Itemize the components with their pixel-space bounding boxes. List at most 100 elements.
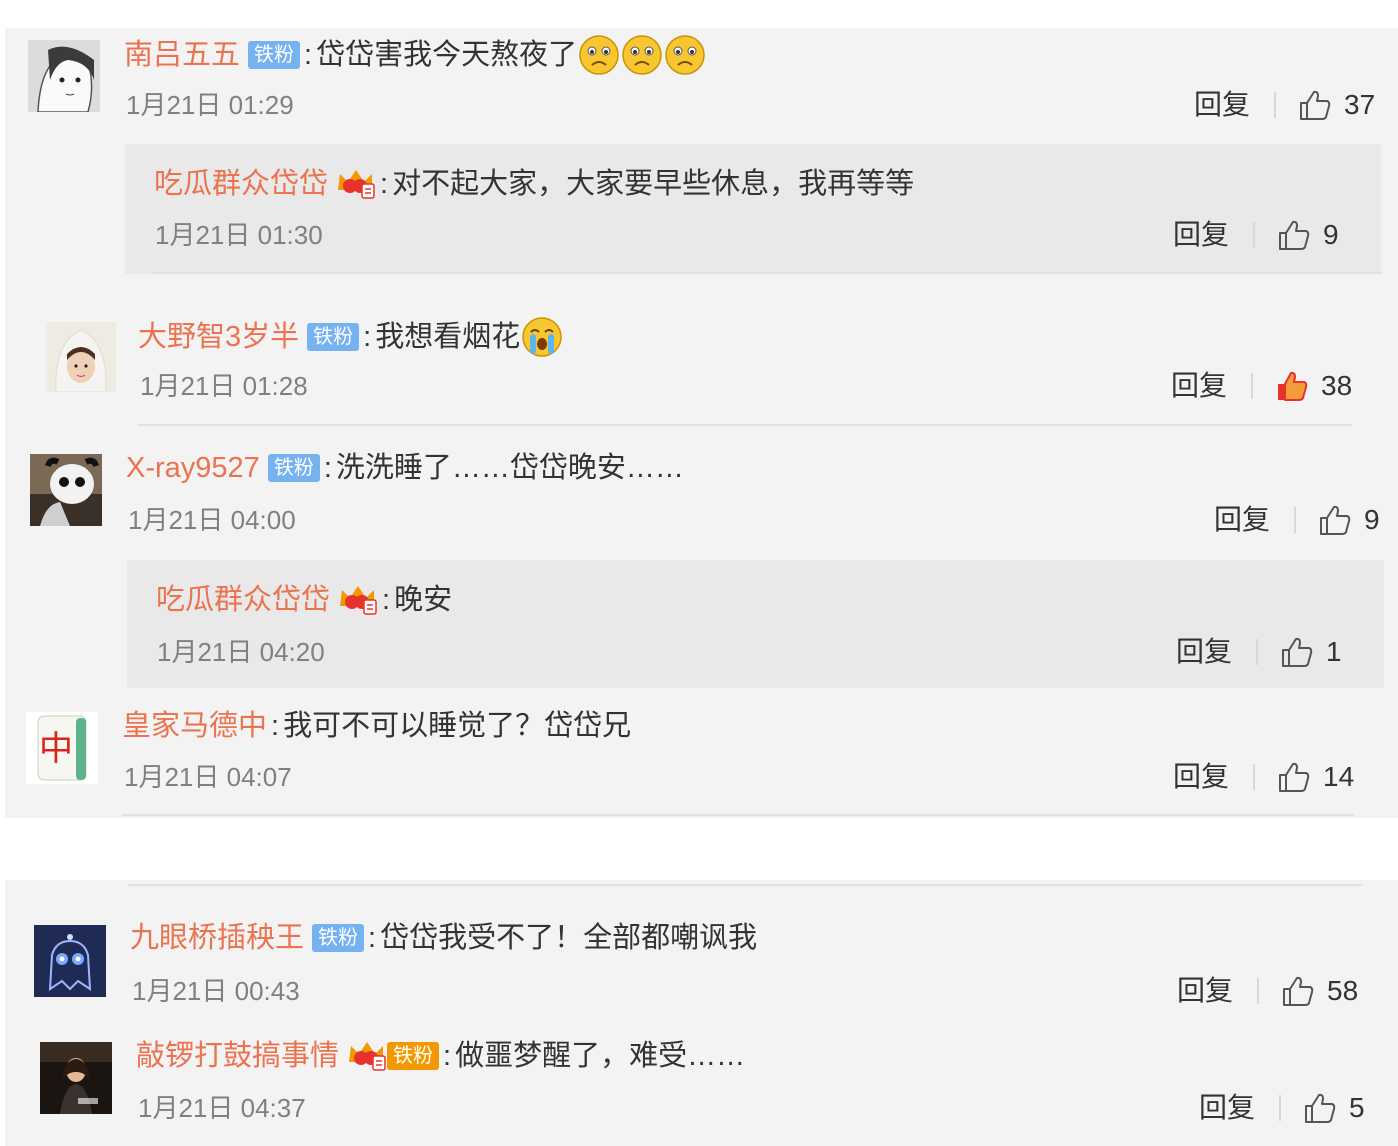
thumb-up-icon[interactable] <box>1280 635 1314 669</box>
comment-text: 岱岱我受不了！全部都嘲讽我 <box>380 922 758 954</box>
reply-actions: 回复 1 <box>1176 635 1342 669</box>
comment-text: 做噩梦醒了，难受…… <box>455 1040 746 1072</box>
comment-text: 洗洗睡了……岱岱晚安…… <box>335 452 684 484</box>
thumb-up-icon[interactable] <box>1303 1091 1337 1125</box>
avatar[interactable] <box>30 454 102 526</box>
comment-time: 1月21日 04:37 <box>138 1093 306 1123</box>
avatar[interactable] <box>28 40 100 112</box>
comment-line: 南吕五五 铁粉 : 岱岱害我今天熬夜了 <box>124 34 706 76</box>
reply-line: 吃瓜群众岱岱 : 晚安 <box>156 582 452 618</box>
comment-text: 我可不可以睡觉了？岱岱兄 <box>283 710 632 742</box>
colon: : <box>363 321 372 353</box>
divider-line <box>138 424 1352 426</box>
username-link[interactable]: 南吕五五 <box>124 37 240 73</box>
like-count: 9 <box>1364 504 1380 535</box>
fan-badge: 铁粉 <box>307 323 360 351</box>
vip-crown-icon <box>347 1040 387 1072</box>
thumb-up-icon[interactable] <box>1277 218 1311 252</box>
comment-actions: 回复 9 <box>1214 503 1380 537</box>
username-link[interactable]: 敲锣打鼓搞事情 <box>136 1038 339 1074</box>
reply-time: 1月21日 04:20 <box>157 637 325 667</box>
avatar[interactable] <box>34 925 106 997</box>
vip-crown-icon <box>338 584 378 616</box>
comment-actions: 回复 38 <box>1171 369 1352 403</box>
thumb-up-icon[interactable] <box>1277 760 1311 794</box>
thumb-up-icon[interactable] <box>1281 974 1315 1008</box>
divider-line <box>122 814 1354 816</box>
divider <box>1274 92 1277 118</box>
username-link[interactable]: 九眼桥插秧王 <box>130 920 304 956</box>
reply-line: 吃瓜群众岱岱 : 对不起大家，大家要早些休息，我再等等 <box>154 166 914 202</box>
comment-time: 1月21日 04:07 <box>124 762 292 792</box>
comment-time: 1月21日 04:00 <box>128 505 296 535</box>
comment-time: 1月21日 00:43 <box>132 976 300 1006</box>
reply-button[interactable]: 回复 <box>1176 636 1232 668</box>
avatar[interactable] <box>40 1042 112 1114</box>
reply-actions: 回复 9 <box>1173 218 1339 252</box>
comment-line: 敲锣打鼓搞事情 铁粉 : 做噩梦醒了，难受…… <box>136 1038 745 1074</box>
divider <box>1253 764 1256 790</box>
divider <box>1279 1095 1282 1121</box>
comment-line: 九眼桥插秧王 铁粉 : 岱岱我受不了！全部都嘲讽我 <box>130 920 757 956</box>
reply-box <box>125 144 1381 274</box>
mahjong-tile-text: 中 <box>39 729 73 769</box>
reply-text: 晚安 <box>394 584 453 616</box>
comment-actions: 回复 14 <box>1173 760 1354 794</box>
divider <box>1253 222 1256 248</box>
fan-badge: 铁粉 <box>312 924 365 952</box>
thumb-up-icon[interactable] <box>1298 88 1332 122</box>
thumb-up-icon[interactable] <box>1318 503 1352 537</box>
colon: : <box>380 168 389 200</box>
like-count: 58 <box>1327 975 1359 1006</box>
fan-badge: 铁粉 <box>387 1042 440 1070</box>
avatar[interactable]: 中 <box>26 712 98 784</box>
comment-actions: 回复 37 <box>1194 88 1375 122</box>
colon: : <box>382 584 391 616</box>
comment-text: 岱岱害我今天熬夜了 <box>316 39 578 71</box>
thumb-up-icon-liked[interactable] <box>1275 369 1309 403</box>
colon: : <box>443 1040 452 1072</box>
like-count: 14 <box>1323 761 1355 792</box>
like-count: 38 <box>1321 370 1353 401</box>
reply-time: 1月21日 01:30 <box>155 220 323 250</box>
reply-button[interactable]: 回复 <box>1171 370 1227 402</box>
comment-line: X-ray9527 铁粉 : 洗洗睡了……岱岱晚安…… <box>126 450 684 486</box>
divider-line <box>152 272 1382 274</box>
reply-button[interactable]: 回复 <box>1177 975 1233 1007</box>
crying-face-emoji-icon <box>521 316 563 358</box>
colon: : <box>368 922 377 954</box>
username-link[interactable]: 吃瓜群众岱岱 <box>156 582 330 618</box>
divider-line <box>128 884 1362 886</box>
fan-badge: 铁粉 <box>248 41 301 69</box>
comment-time: 1月21日 01:29 <box>126 90 294 120</box>
reply-button[interactable]: 回复 <box>1173 219 1229 251</box>
fan-badge: 铁粉 <box>267 454 320 482</box>
reply-button[interactable]: 回复 <box>1194 89 1250 121</box>
username-link[interactable]: 大野智3岁半 <box>138 319 299 355</box>
username-link[interactable]: 吃瓜群众岱岱 <box>154 166 328 202</box>
divider <box>1294 507 1297 533</box>
divider <box>1257 978 1260 1004</box>
like-count: 37 <box>1344 89 1376 120</box>
avatar[interactable] <box>46 322 116 392</box>
comment-actions: 回复 5 <box>1199 1091 1365 1125</box>
comment-actions: 回复 58 <box>1177 974 1358 1008</box>
divider <box>1256 639 1259 665</box>
like-count: 1 <box>1326 636 1342 667</box>
comment-text: 我想看烟花 <box>375 321 521 353</box>
username-link[interactable]: 皇家马德中 <box>122 708 267 744</box>
reply-button[interactable]: 回复 <box>1199 1092 1255 1124</box>
like-count: 9 <box>1323 219 1339 250</box>
sad-face-emoji-icon <box>621 34 663 76</box>
reply-button[interactable]: 回复 <box>1214 504 1270 536</box>
sad-face-emoji-icon <box>664 34 706 76</box>
colon: : <box>323 452 332 484</box>
reply-text: 对不起大家，大家要早些休息，我再等等 <box>392 168 915 200</box>
comment-line: 皇家马德中 : 我可不可以睡觉了？岱岱兄 <box>122 708 631 744</box>
username-link[interactable]: X-ray9527 <box>126 450 260 486</box>
like-count: 5 <box>1349 1092 1365 1123</box>
reply-button[interactable]: 回复 <box>1173 761 1229 793</box>
sad-face-emoji-icon <box>578 34 620 76</box>
comment-line: 大野智3岁半 铁粉 : 我想看烟花 <box>138 316 563 358</box>
colon: : <box>304 39 313 71</box>
